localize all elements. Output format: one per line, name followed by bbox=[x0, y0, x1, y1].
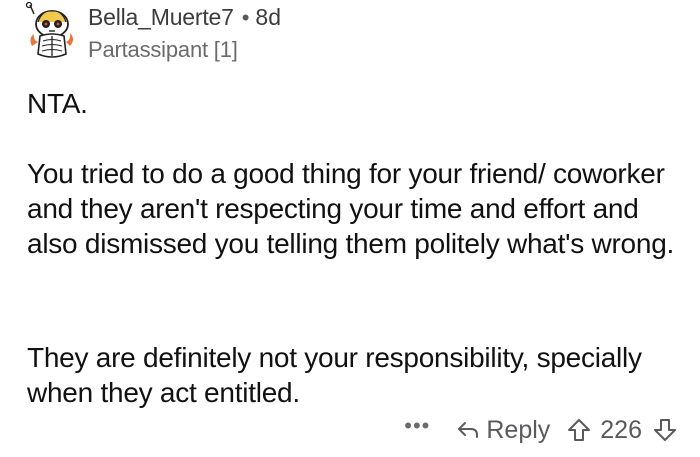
more-options-button[interactable]: ••• bbox=[404, 415, 430, 437]
skeleton-avatar-icon bbox=[25, 2, 73, 58]
comment-paragraph: You tried to do a good thing for your fr… bbox=[27, 158, 675, 259]
reply-button[interactable]: Reply bbox=[456, 416, 550, 445]
vote-controls: 226 bbox=[566, 416, 678, 445]
user-avatar[interactable] bbox=[20, 2, 80, 62]
vote-score: 226 bbox=[600, 415, 642, 444]
downvote-arrow-icon[interactable] bbox=[652, 417, 678, 443]
comment-actions: ••• Reply 226 bbox=[404, 410, 678, 450]
reply-arrow-icon bbox=[456, 419, 480, 441]
comment-age: 8d bbox=[255, 4, 282, 30]
comment-header: Bella_Muerte7 • 8d Partassipant [1] bbox=[20, 2, 281, 68]
upvote-arrow-icon[interactable] bbox=[566, 417, 592, 443]
comment-paragraph: They are definitely not your responsibil… bbox=[27, 342, 642, 408]
author-row: Bella_Muerte7 • 8d bbox=[88, 4, 281, 31]
comment: Bella_Muerte7 • 8d Partassipant [1] NTA.… bbox=[0, 0, 700, 457]
comment-meta: Bella_Muerte7 • 8d Partassipant [1] bbox=[88, 2, 281, 63]
meta-separator: • bbox=[241, 5, 250, 30]
comment-paragraph: NTA. bbox=[27, 88, 88, 119]
author-username[interactable]: Bella_Muerte7 bbox=[88, 4, 234, 31]
reply-label: Reply bbox=[486, 415, 551, 444]
user-flair: Partassipant [1] bbox=[88, 37, 238, 62]
